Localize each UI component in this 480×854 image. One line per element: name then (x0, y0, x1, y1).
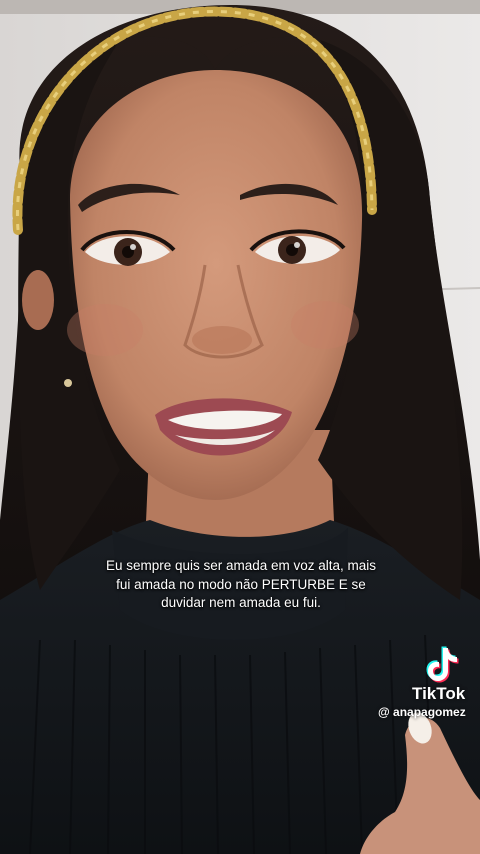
left-cheek (67, 304, 143, 356)
right-cheek (291, 301, 359, 349)
caption-line-1: Eu sempre quis ser amada em voz alta, ma… (105, 558, 377, 573)
tiktok-logo-icon (426, 646, 459, 683)
creator-username: @ anapagomez (378, 705, 466, 719)
earring (64, 379, 72, 387)
tiktok-brand-label: TikTok (412, 684, 466, 703)
caption-line-2: fui amada no modo não PERTURBE E se (116, 576, 366, 592)
caption-line-3: duvidar nem amada eu fui. (161, 595, 321, 610)
left-ear (22, 270, 54, 330)
tiktok-watermark: TikTok @ anapagomez (372, 644, 480, 724)
video-caption: Eu sempre quis ser amada em voz alta, ma… (88, 557, 394, 613)
video-frame[interactable]: Eu sempre quis ser amada em voz alta, ma… (0, 0, 480, 854)
video-scene (0, 0, 480, 854)
